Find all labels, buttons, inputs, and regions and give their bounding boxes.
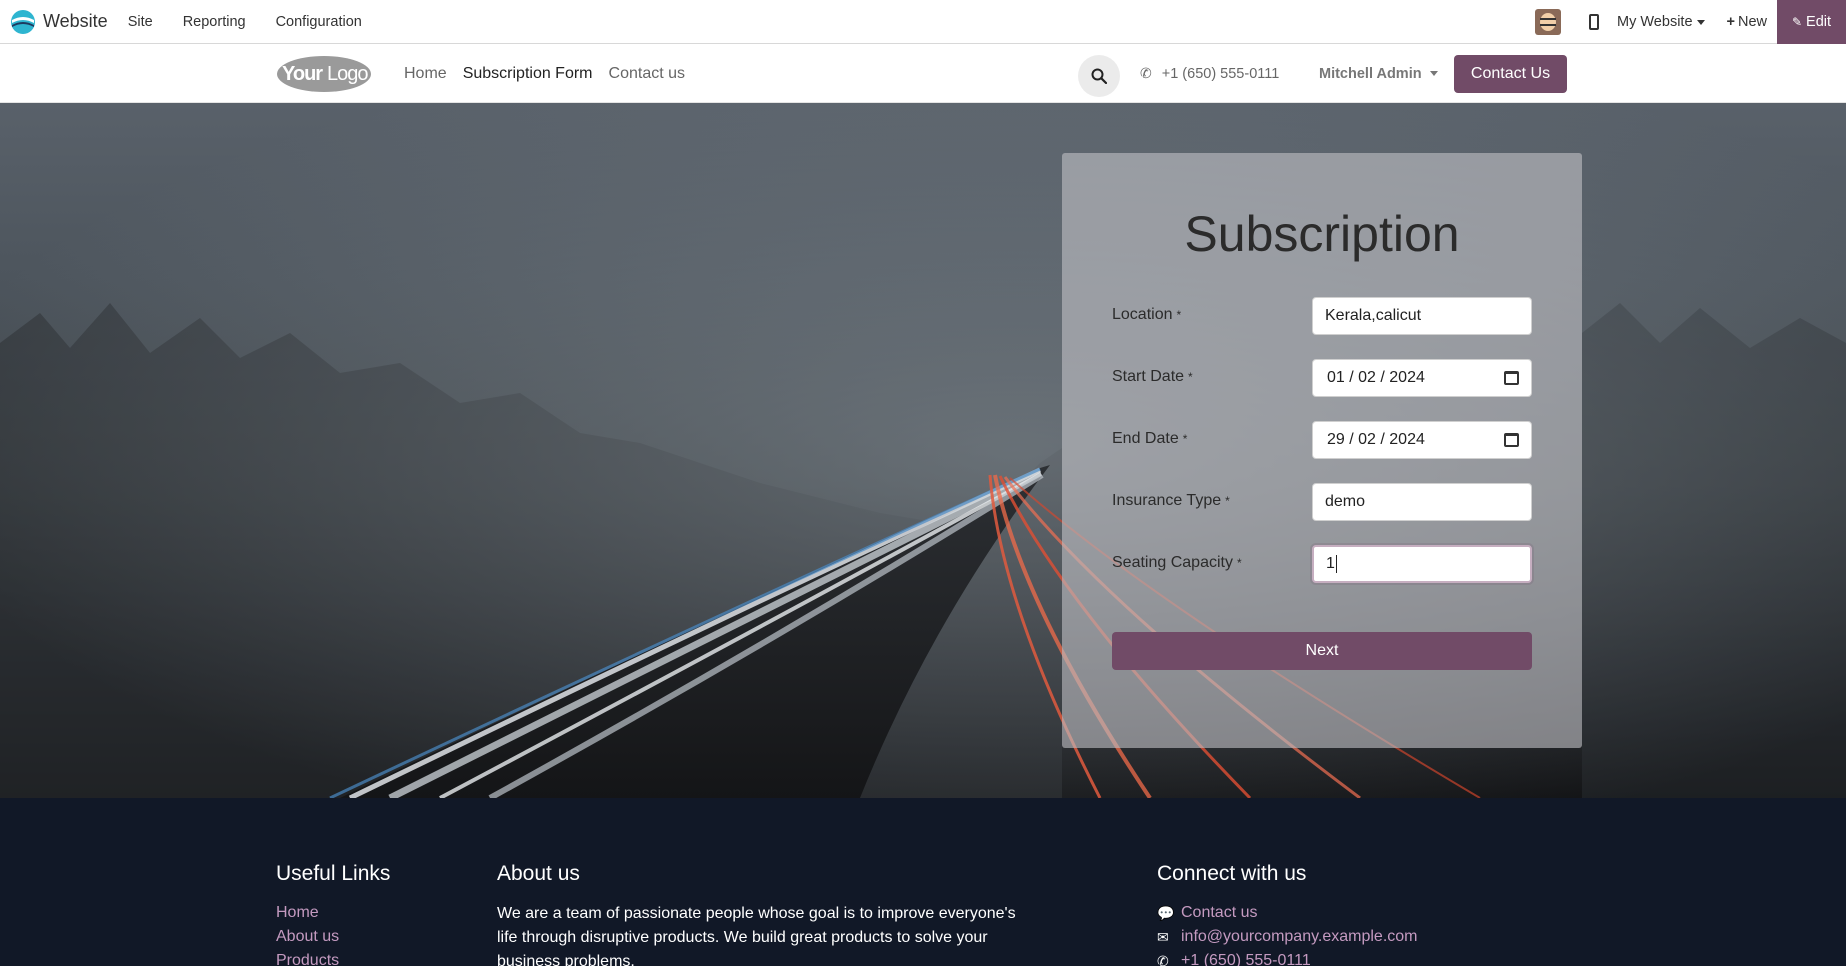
seating-capacity-label: Seating Capacity * (1112, 554, 1242, 572)
pencil-icon: ✎ (1791, 15, 1803, 29)
start-date-input[interactable]: 01 / 02 / 2024 (1312, 359, 1532, 397)
search-icon (1091, 68, 1107, 84)
nav-subscription-form[interactable]: Subscription Form (463, 65, 593, 83)
required-marker: * (1176, 308, 1182, 322)
app-name: Website (43, 11, 108, 31)
admin-right-tools: My Website + New ✎ Edit (1535, 0, 1846, 44)
admin-menu: Site Reporting Configuration (128, 14, 392, 30)
phone-icon: ✆ (1140, 65, 1152, 81)
site-footer: Useful Links Home About us Products Abou… (0, 798, 1846, 966)
app-brand[interactable]: Website (10, 0, 108, 44)
plus-icon: + (1726, 14, 1735, 30)
footer-contact-us-label: Contact us (1181, 904, 1258, 921)
site-nav: Home Subscription Form Contact us (404, 44, 701, 103)
search-button[interactable] (1078, 55, 1120, 97)
seating-capacity-label-text: Seating Capacity (1112, 554, 1233, 571)
admin-navbar: Website Site Reporting Configuration My … (0, 0, 1846, 44)
menu-reporting[interactable]: Reporting (183, 14, 246, 30)
chevron-down-icon (1696, 19, 1705, 25)
edit-button-label: Edit (1806, 14, 1832, 30)
footer-link-home[interactable]: Home (276, 904, 319, 922)
location-input-value: Kerala,calicut (1325, 307, 1422, 324)
end-date-input[interactable]: 29 / 02 / 2024 (1312, 421, 1532, 459)
end-date-label-text: End Date (1112, 430, 1179, 447)
about-us-text: We are a team of passionate people whose… (497, 905, 1016, 966)
location-input[interactable]: Kerala,calicut (1312, 297, 1532, 335)
subscription-form-card: Subscription Location * Kerala,calicut St… (1062, 153, 1582, 748)
insurance-type-label: Insurance Type * (1112, 492, 1230, 510)
insurance-type-input[interactable]: demo (1312, 483, 1532, 521)
required-marker: * (1182, 432, 1188, 446)
start-date-value: 01 / 02 / 2024 (1327, 369, 1425, 386)
comment-icon: 💬 (1157, 904, 1175, 921)
start-date-label-text: Start Date (1112, 368, 1185, 385)
nav-home[interactable]: Home (404, 65, 447, 83)
start-date-label: Start Date * (1112, 368, 1193, 386)
text-cursor (1335, 555, 1337, 573)
location-label-text: Location (1112, 306, 1173, 323)
new-button-label: New (1737, 14, 1767, 30)
footer-contact-us[interactable]: 💬 Contact us (1157, 904, 1257, 922)
header-phone-number: +1 (650) 555-0111 (1161, 65, 1280, 82)
form-title: Subscription (1184, 206, 1460, 262)
useful-links-heading: Useful Links (276, 862, 391, 885)
hero-section: Subscription Location * Kerala,calicut St… (0, 103, 1846, 798)
location-label: Location * (1112, 306, 1181, 324)
user-menu-label: Mitchell Admin (1319, 65, 1422, 82)
end-date-label: End Date * (1112, 430, 1187, 448)
phone-icon: ✆ (1157, 952, 1169, 966)
end-date-value: 29 / 02 / 2024 (1327, 431, 1425, 448)
about-us-heading: About us (497, 862, 580, 885)
chevron-down-icon (1429, 71, 1438, 76)
next-button[interactable]: Next (1112, 632, 1532, 670)
footer-phone-label: +1 (650) 555-0111 (1181, 952, 1311, 966)
user-menu[interactable]: Mitchell Admin (1319, 44, 1438, 103)
user-avatar[interactable] (1535, 9, 1562, 35)
contact-us-button[interactable]: Contact Us (1454, 55, 1567, 93)
insurance-type-value: demo (1325, 493, 1366, 510)
menu-site[interactable]: Site (128, 14, 153, 30)
envelope-icon: ✉ (1157, 928, 1169, 945)
menu-configuration[interactable]: Configuration (276, 14, 362, 30)
seating-capacity-value: 1 (1326, 555, 1335, 572)
mobile-preview-icon[interactable] (1589, 14, 1600, 30)
logo-image: Your Logo (277, 56, 371, 92)
website-switcher[interactable]: My Website (1617, 14, 1705, 30)
calendar-icon[interactable] (1504, 371, 1519, 385)
website-switcher-label: My Website (1617, 14, 1693, 30)
insurance-type-label-text: Insurance Type (1112, 492, 1222, 509)
edit-button[interactable]: ✎ Edit (1777, 0, 1846, 44)
required-marker: * (1188, 370, 1193, 384)
connect-heading: Connect with us (1157, 862, 1307, 885)
header-phone[interactable]: ✆ +1 (650) 555-0111 (1140, 44, 1279, 103)
website-app-icon (11, 9, 35, 34)
footer-email-label: info@yourcompany.example.com (1181, 928, 1418, 945)
calendar-icon[interactable] (1504, 433, 1519, 447)
site-header: Your Logo Home Subscription Form Contact… (0, 44, 1846, 103)
required-marker: * (1225, 494, 1230, 508)
footer-link-about-us[interactable]: About us (276, 928, 339, 946)
footer-email[interactable]: ✉ info@yourcompany.example.com (1157, 928, 1418, 946)
footer-phone[interactable]: ✆ +1 (650) 555-0111 (1157, 952, 1311, 966)
svg-text:Logo: Logo (327, 63, 368, 85)
new-button[interactable]: + New (1727, 14, 1767, 30)
site-logo[interactable]: Your Logo (276, 53, 373, 93)
seating-capacity-input[interactable]: 1 (1312, 545, 1532, 583)
nav-contact-us[interactable]: Contact us (609, 65, 685, 83)
footer-link-products[interactable]: Products (276, 952, 339, 966)
svg-text:Your: Your (282, 63, 323, 85)
required-marker: * (1236, 556, 1242, 570)
